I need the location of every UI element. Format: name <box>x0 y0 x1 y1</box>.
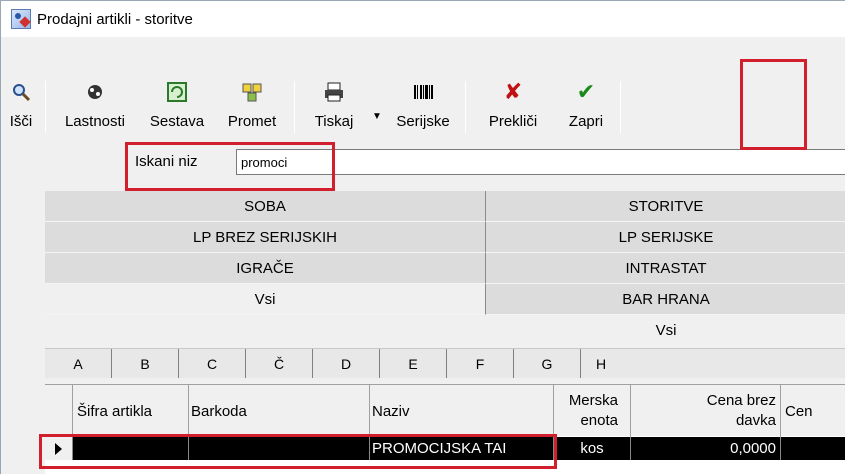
toolbar-separator <box>294 81 295 133</box>
serijske-label: Serijske <box>396 113 450 130</box>
header-cena-partial[interactable]: Cen <box>781 385 845 437</box>
letter-tab-g[interactable]: G <box>514 349 581 378</box>
toolbar-separator <box>45 81 46 133</box>
header-merska-line2: enota <box>580 412 618 429</box>
cell-barkoda <box>189 437 370 460</box>
window-title: Prodajni artikli - storitve <box>37 10 193 28</box>
app-window: Prodajni artikli - storitve Išči Lastnos… <box>0 0 845 474</box>
letter-tab-a[interactable]: A <box>45 349 112 378</box>
header-sifra[interactable]: Šifra artikla <box>73 385 189 437</box>
category-vsi-left[interactable]: Vsi <box>45 284 486 315</box>
letter-tab-d[interactable]: D <box>313 349 380 378</box>
isci-label: Išči <box>9 113 33 130</box>
cell-sifra <box>73 437 189 460</box>
cell-cena: 0,0000 <box>631 437 781 460</box>
tiskaj-dropdown-arrow[interactable]: ▼ <box>369 73 385 143</box>
lastnosti-button[interactable]: Lastnosti <box>50 73 140 143</box>
header-cena-line1: Cena brez <box>706 392 776 409</box>
table-row[interactable]: PROMOCIJSKA TAI kos 0,0000 <box>45 437 845 460</box>
search-row: Iskani niz <box>1 141 845 183</box>
zapri-label: Zapri <box>568 113 604 130</box>
properties-icon <box>82 81 108 103</box>
category-grid: SOBA STORITVE LP BREZ SERIJSKIH LP SERIJ… <box>45 191 845 346</box>
category-lp-brez-serijskih[interactable]: LP BREZ SERIJSKIH <box>45 222 486 253</box>
category-row: SOBA STORITVE <box>45 191 845 222</box>
lastnosti-label: Lastnosti <box>64 113 126 130</box>
header-cena-line2: davka <box>735 412 776 429</box>
category-bar-hrana[interactable]: BAR HRANA <box>486 284 845 315</box>
composition-icon <box>164 81 190 103</box>
category-storitve[interactable]: STORITVE <box>486 191 845 222</box>
category-lp-serijske[interactable]: LP SERIJSKE <box>486 222 845 253</box>
letter-tab-c[interactable]: C <box>179 349 246 378</box>
sestava-button[interactable]: Sestava <box>140 73 214 143</box>
letter-tab-e[interactable]: E <box>380 349 447 378</box>
sestava-label: Sestava <box>149 113 205 130</box>
promet-button[interactable]: Promet <box>214 73 290 143</box>
header-cena-brez-davka[interactable]: Cena brez davka <box>631 385 781 437</box>
header-merska-enota[interactable]: Merska enota <box>554 385 631 437</box>
articles-table: Šifra artikla Barkoda Naziv Merska enota… <box>45 384 845 474</box>
letter-tab-h[interactable]: H <box>581 349 621 378</box>
search-label: Iskani niz <box>135 153 198 170</box>
cell-cena-partial <box>781 437 845 460</box>
letter-tab-c-caron[interactable]: Č <box>246 349 313 378</box>
category-row: IGRAČE INTRASTAT <box>45 253 845 284</box>
category-vsi-right[interactable]: Vsi <box>45 315 845 346</box>
isci-button[interactable]: Išči <box>1 73 41 143</box>
letter-tab-b[interactable]: B <box>112 349 179 378</box>
letter-tabs: A B C Č D E F G H <box>45 348 845 378</box>
header-barkoda[interactable]: Barkoda <box>189 385 370 437</box>
search-input[interactable] <box>236 149 845 175</box>
category-row: LP BREZ SERIJSKIH LP SERIJSKE <box>45 222 845 253</box>
cell-naziv: PROMOCIJSKA TAI <box>370 437 554 460</box>
preklici-button[interactable]: ✘ Prekliči <box>470 73 556 143</box>
promet-label: Promet <box>227 113 277 130</box>
traffic-icon <box>239 81 265 103</box>
cell-merska-enota: kos <box>554 437 631 460</box>
tiskaj-button[interactable]: Tiskaj <box>299 73 369 143</box>
checkmark-icon: ✔ <box>576 79 596 104</box>
letter-tab-f[interactable]: F <box>447 349 514 378</box>
app-icon <box>11 9 31 29</box>
cross-icon: ✘ <box>503 79 523 104</box>
header-naziv[interactable]: Naziv <box>370 385 554 437</box>
title-bar: Prodajni artikli - storitve <box>1 1 845 37</box>
category-soba[interactable]: SOBA <box>45 191 486 222</box>
category-row: Vsi BAR HRANA <box>45 284 845 315</box>
tiskaj-label: Tiskaj <box>314 113 354 130</box>
category-igrace[interactable]: IGRAČE <box>45 253 486 284</box>
zapri-button[interactable]: ✔ Zapri <box>556 73 616 143</box>
toolbar-separator <box>620 81 621 133</box>
row-pointer-icon <box>55 442 62 455</box>
serijske-button[interactable]: Serijske <box>385 73 461 143</box>
magnifier-icon <box>8 81 34 103</box>
header-merska-line1: Merska <box>568 392 618 409</box>
category-intrastat[interactable]: INTRASTAT <box>486 253 845 284</box>
printer-icon <box>321 81 347 103</box>
preklici-label: Prekliči <box>488 113 538 130</box>
toolbar: Išči Lastnosti Sestava Promet Tiskaj ▼ S… <box>1 73 845 143</box>
table-header: Šifra artikla Barkoda Naziv Merska enota… <box>45 384 845 437</box>
row-indicator <box>45 437 73 460</box>
toolbar-separator <box>465 81 466 133</box>
header-indicator <box>45 385 73 437</box>
barcode-icon <box>410 81 436 103</box>
